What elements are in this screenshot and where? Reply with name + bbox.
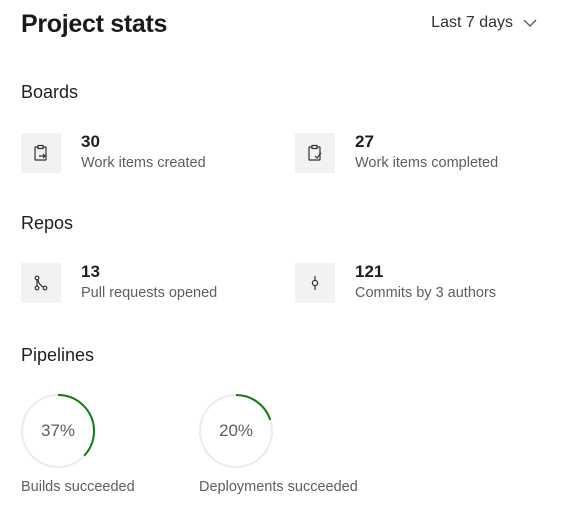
stat-work-items-created[interactable]: 30 Work items created <box>21 132 206 173</box>
boards-heading: Boards <box>21 82 79 102</box>
stat-value: 27 <box>355 132 374 151</box>
deployments-succeeded-ring[interactable]: 20% <box>198 393 274 469</box>
stat-pull-requests[interactable]: 13 Pull requests opened <box>21 262 217 303</box>
date-range-label: Last 7 days <box>431 14 513 31</box>
stat-value: 13 <box>81 262 100 281</box>
stat-label: Work items created <box>81 155 206 171</box>
ring-percent: 37% <box>40 421 76 440</box>
project-stats-widget: Project stats Last 7 days Boards 30 Work… <box>0 0 574 509</box>
stat-label: Pull requests opened <box>81 285 218 301</box>
stat-commits[interactable]: 121 Commits by 3 authors <box>295 262 496 303</box>
builds-succeeded-ring[interactable]: 37% <box>20 393 96 469</box>
pipelines-heading: Pipelines <box>21 345 95 365</box>
date-range-dropdown[interactable]: Last 7 days <box>431 14 537 32</box>
stat-value: 121 <box>355 262 384 281</box>
builds-succeeded-label: Builds succeeded <box>21 479 135 495</box>
chevron-down-icon <box>523 19 537 27</box>
stat-label: Work items completed <box>355 155 499 171</box>
commit-icon <box>295 263 335 303</box>
stat-value: 30 <box>81 132 100 151</box>
repos-heading: Repos <box>21 213 74 233</box>
stat-label: Commits by 3 authors <box>355 285 497 301</box>
pull-request-icon <box>21 263 61 303</box>
stat-work-items-completed[interactable]: 27 Work items completed <box>295 132 498 173</box>
work-item-completed-icon <box>295 133 335 173</box>
work-item-created-icon <box>21 133 61 173</box>
ring-percent: 20% <box>218 421 254 440</box>
page-title: Project stats <box>21 10 168 38</box>
deployments-succeeded-label: Deployments succeeded <box>199 479 358 495</box>
